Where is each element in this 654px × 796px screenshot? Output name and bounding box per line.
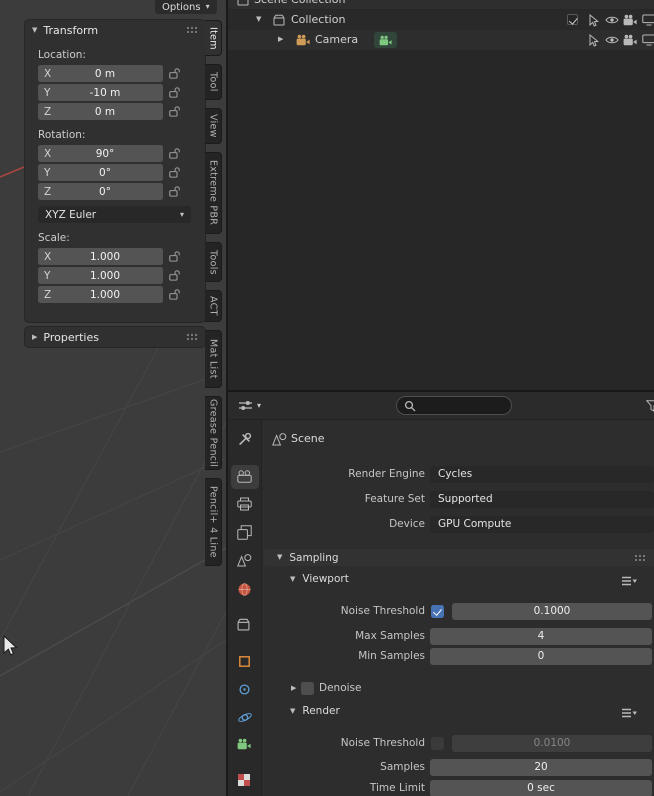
- collapse-arrow-icon: [277, 554, 282, 561]
- mouse-cursor: [3, 634, 18, 656]
- tab-physics-icon[interactable]: [237, 710, 253, 725]
- viewport-noise-threshold-label: Noise Threshold: [340, 605, 425, 617]
- breadcrumb[interactable]: Scene: [291, 432, 325, 445]
- render-noise-threshold-checkbox[interactable]: [431, 737, 444, 750]
- properties-editor-header: [228, 392, 654, 420]
- scene-collection-name[interactable]: Scene Collection: [254, 0, 345, 6]
- feature-set-label: Feature Set: [364, 493, 425, 505]
- outliner[interactable]: Scene Collection Collection Camera: [228, 0, 654, 390]
- panel-grip-icon[interactable]: [634, 554, 646, 562]
- collapse-arrow-icon: [290, 708, 295, 715]
- denoise-label: Denoise: [319, 682, 362, 694]
- time-limit-slider[interactable]: 0 sec: [430, 780, 652, 796]
- panel-menu-icon[interactable]: [621, 576, 637, 586]
- hide-eye-icon[interactable]: [605, 15, 619, 25]
- render-engine-label: Render Engine: [348, 468, 425, 480]
- tab-world-icon[interactable]: [237, 582, 252, 597]
- tab-render-icon[interactable]: [237, 470, 252, 483]
- render-title: Render: [302, 705, 340, 717]
- tab-collection-icon[interactable]: [237, 618, 250, 631]
- max-samples-label: Max Samples: [355, 630, 425, 642]
- feature-set-dropdown[interactable]: Supported: [430, 491, 654, 508]
- render-noise-threshold-label: Noise Threshold: [340, 737, 425, 749]
- collapse-arrow-icon[interactable]: [256, 16, 261, 23]
- camera-data-chip[interactable]: [374, 32, 397, 48]
- expand-arrow-icon[interactable]: [278, 36, 283, 43]
- viewport-noise-threshold-checkbox[interactable]: [431, 605, 444, 618]
- viewport-title: Viewport: [302, 573, 349, 585]
- panel-menu-icon[interactable]: [621, 708, 637, 718]
- min-samples-slider[interactable]: 0: [430, 648, 652, 665]
- selectable-cursor-icon[interactable]: [588, 34, 599, 47]
- device-dropdown[interactable]: GPU Compute: [430, 516, 654, 533]
- outliner-row-scene-collection[interactable]: Scene Collection: [228, 0, 654, 9]
- filter-funnel-icon[interactable]: [646, 400, 654, 412]
- tab-output-icon[interactable]: [237, 497, 252, 511]
- sampling-panel-header[interactable]: Sampling: [264, 549, 654, 566]
- samples-label: Samples: [380, 761, 425, 773]
- time-limit-label: Time Limit: [369, 782, 425, 794]
- camera-name[interactable]: Camera: [315, 33, 358, 46]
- outliner-row-collection[interactable]: Collection: [228, 10, 654, 30]
- 3d-viewport[interactable]: Options Transform Location: X 0 m Y: [0, 0, 226, 796]
- render-engine-dropdown[interactable]: Cycles: [430, 466, 654, 483]
- collection-name[interactable]: Collection: [291, 13, 345, 26]
- chevron-down-icon: [257, 402, 261, 410]
- editor-type-button[interactable]: [234, 397, 265, 414]
- render-subpanel-header[interactable]: Render: [290, 705, 340, 717]
- hide-eye-icon[interactable]: [605, 35, 619, 45]
- camera-object-icon: [296, 34, 310, 46]
- tab-tool-icon[interactable]: [237, 432, 252, 447]
- collapse-arrow-icon: [290, 576, 295, 583]
- tab-constraints-icon[interactable]: [237, 682, 252, 697]
- sampling-title: Sampling: [289, 551, 339, 564]
- collection-icon: [273, 14, 285, 26]
- properties-tab-column: [228, 420, 262, 796]
- tab-object-data-icon[interactable]: [237, 738, 251, 750]
- scene-collection-icon: [237, 0, 249, 6]
- tab-view-layer-icon[interactable]: [237, 525, 252, 540]
- exclude-checkbox[interactable]: [567, 14, 578, 25]
- viewport-noise-threshold-slider[interactable]: 0.1000: [452, 603, 652, 620]
- samples-slider[interactable]: 20: [430, 759, 652, 776]
- disable-render-camera-icon[interactable]: [623, 14, 637, 26]
- search-box[interactable]: [396, 396, 512, 415]
- tab-object-icon[interactable]: [237, 654, 252, 669]
- properties-editor-icon: [238, 399, 253, 412]
- blender-window: Options Transform Location: X 0 m Y: [0, 0, 654, 796]
- device-label: Device: [389, 518, 425, 530]
- selectable-cursor-icon[interactable]: [588, 14, 599, 27]
- max-samples-slider[interactable]: 4: [430, 628, 652, 645]
- expand-arrow-icon[interactable]: [291, 685, 296, 692]
- disable-viewport-monitor-icon[interactable]: [642, 14, 654, 26]
- disable-render-camera-icon[interactable]: [623, 34, 637, 46]
- search-input[interactable]: [421, 399, 504, 412]
- min-samples-label: Min Samples: [358, 650, 425, 662]
- properties-editor: Scene Render Engine Cycles Feature Set S…: [228, 390, 654, 796]
- tab-texture-icon[interactable]: [237, 773, 251, 787]
- scene-breadcrumb-icon: [272, 432, 287, 446]
- search-icon: [404, 400, 416, 412]
- right-editor-column: Scene Collection Collection Camera: [226, 0, 654, 796]
- denoise-checkbox[interactable]: [301, 682, 314, 695]
- tab-scene-icon[interactable]: [237, 553, 252, 567]
- render-noise-threshold-slider[interactable]: 0.0100: [452, 735, 652, 752]
- disable-viewport-monitor-icon[interactable]: [642, 34, 654, 46]
- camera-data-icon: [379, 35, 392, 46]
- viewport-subpanel-header[interactable]: Viewport: [290, 573, 349, 585]
- outliner-row-camera[interactable]: Camera: [228, 30, 654, 50]
